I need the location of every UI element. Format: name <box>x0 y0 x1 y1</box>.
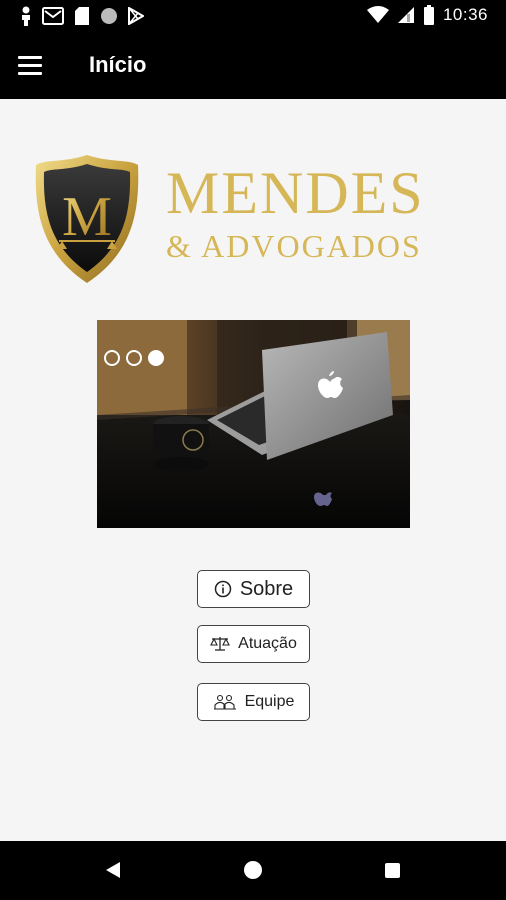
brand-name: MENDES <box>166 160 425 226</box>
info-icon <box>214 580 232 598</box>
system-status-icons: 10:36 <box>366 5 488 25</box>
image-carousel[interactable] <box>97 320 410 528</box>
scales-icon <box>210 637 231 651</box>
app-bar: Início <box>0 32 506 99</box>
team-icon <box>213 694 236 710</box>
signal-icon <box>397 7 414 23</box>
shield-emblem-icon: M <box>35 155 139 283</box>
notification-icons <box>20 6 144 26</box>
carousel-dot-1[interactable] <box>104 350 120 366</box>
carousel-dot-3[interactable] <box>148 350 164 366</box>
atuacao-label: Atuação <box>238 635 297 652</box>
gmail-icon <box>42 7 64 25</box>
status-bar: 10:36 <box>0 0 506 32</box>
atuacao-button[interactable]: Atuação <box>197 625 310 663</box>
recents-icon[interactable] <box>385 863 400 878</box>
carousel-indicators <box>104 350 164 366</box>
equipe-label: Equipe <box>244 693 295 710</box>
wifi-icon <box>366 6 389 23</box>
menu-icon <box>18 55 42 59</box>
page-title: Início <box>89 52 147 77</box>
system-navigation-bar <box>0 841 506 900</box>
brand-logo: M MENDES & ADVOGADOS <box>32 153 477 285</box>
equipe-button[interactable]: Equipe <box>197 683 310 721</box>
sobre-button[interactable]: Sobre <box>197 570 310 608</box>
circle-icon <box>101 8 117 24</box>
battery-icon <box>423 5 434 25</box>
clock: 10:36 <box>442 5 488 24</box>
logo-monogram: M <box>62 186 112 248</box>
carousel-dot-2[interactable] <box>126 350 142 366</box>
home-icon[interactable] <box>244 861 262 879</box>
person-pin-icon <box>22 6 30 26</box>
play-store-icon <box>128 7 144 25</box>
sim-card-icon <box>75 7 89 25</box>
sobre-label: Sobre <box>239 577 294 600</box>
back-icon[interactable] <box>105 861 121 879</box>
brand-subtitle: & ADVOGADOS <box>166 228 422 264</box>
menu-button[interactable] <box>18 50 52 80</box>
